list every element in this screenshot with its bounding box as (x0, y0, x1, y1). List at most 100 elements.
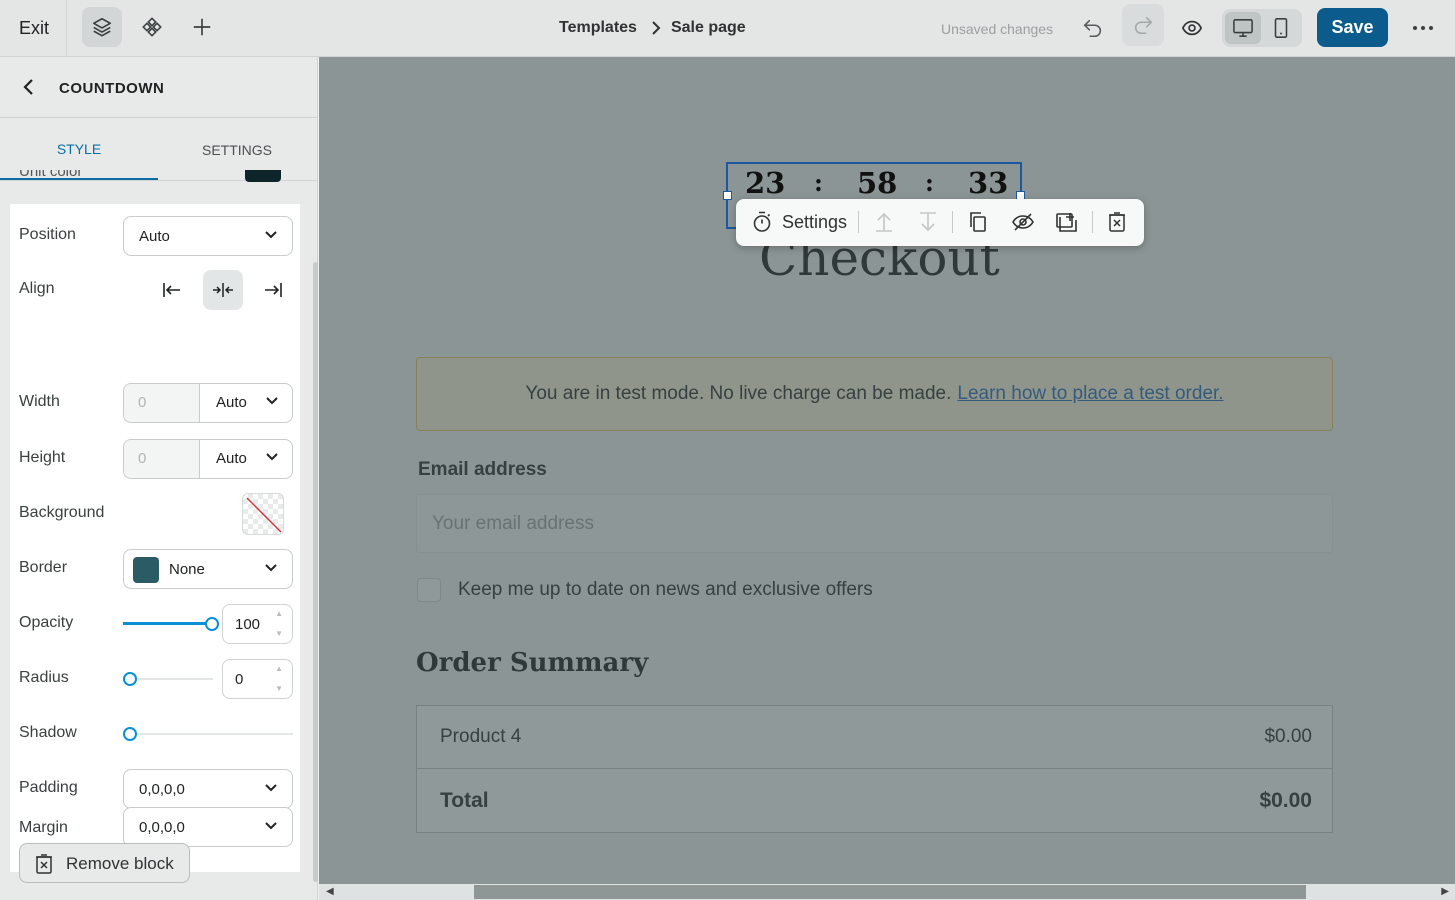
chevron-down-icon (265, 231, 277, 239)
move-down-icon[interactable] (918, 211, 938, 233)
unsaved-status: Unsaved changes (941, 21, 1054, 37)
preview-button[interactable] (1172, 8, 1212, 48)
position-label: Position (19, 226, 76, 243)
opacity-slider[interactable] (123, 616, 219, 632)
resize-handle[interactable] (723, 191, 732, 200)
chevron-down-icon (266, 453, 278, 461)
back-arrow-icon[interactable] (22, 79, 36, 95)
chevron-down-icon (266, 397, 278, 405)
mobile-view-button[interactable] (1263, 12, 1299, 44)
height-unit-select[interactable]: Auto (216, 450, 247, 467)
background-label: Background (19, 504, 105, 521)
slider-knob[interactable] (123, 672, 137, 686)
redo-button[interactable] (1122, 4, 1164, 46)
align-center-button[interactable] (203, 270, 243, 310)
save-to-library-icon[interactable] (1056, 211, 1078, 233)
position-value: Auto (139, 228, 170, 245)
sidebar-header: COUNTDOWN (0, 57, 318, 118)
block-settings-button[interactable]: Settings (782, 212, 847, 233)
shadow-slider[interactable] (123, 726, 293, 742)
exit-button[interactable]: Exit (19, 18, 49, 39)
divider (952, 211, 953, 233)
move-up-icon[interactable] (874, 211, 894, 233)
product-name: Product 4 (440, 726, 522, 747)
save-button[interactable]: Save (1317, 8, 1388, 47)
scroll-right-icon[interactable]: ▶ (1441, 886, 1449, 897)
horizontal-scrollbar[interactable]: ◀ ▶ (319, 884, 1455, 900)
border-label: Border (19, 559, 68, 576)
redo-icon (1134, 16, 1153, 35)
scroll-left-icon[interactable]: ◀ (326, 886, 334, 897)
hide-icon[interactable] (1012, 211, 1034, 233)
radius-slider[interactable] (123, 671, 213, 687)
radius-label: Radius (19, 669, 69, 686)
remove-block-button[interactable]: Remove block (19, 843, 190, 883)
width-input[interactable]: 0 (124, 384, 200, 422)
unit-color-label: Unit color (19, 170, 83, 180)
width-row: Width 0 Auto (10, 383, 300, 423)
height-input[interactable]: 0 (124, 440, 200, 478)
shadow-label: Shadow (19, 724, 77, 741)
slider-knob[interactable] (123, 727, 137, 741)
chevron-down-icon (265, 822, 277, 830)
increment-icon[interactable]: ▲ (275, 609, 283, 618)
undo-button[interactable] (1073, 8, 1113, 48)
width-label: Width (19, 393, 60, 410)
desktop-icon (1233, 19, 1253, 37)
border-row: Border None (10, 549, 300, 589)
chevron-right-icon (652, 21, 661, 35)
trash-icon (36, 854, 52, 874)
height-placeholder: 0 (138, 450, 147, 467)
scrollbar-thumb[interactable] (474, 885, 1306, 899)
decrement-icon[interactable]: ▼ (275, 629, 283, 638)
align-left-button[interactable] (152, 270, 192, 310)
sidebar-scrollbar[interactable] (313, 262, 318, 882)
increment-icon[interactable]: ▲ (275, 664, 283, 673)
padding-label: Padding (19, 779, 78, 796)
width-unit-select[interactable]: Auto (216, 394, 247, 411)
duplicate-icon[interactable] (968, 211, 988, 233)
border-select[interactable]: None (123, 549, 293, 589)
breadcrumb: Templates Sale page (559, 19, 746, 37)
layers-button[interactable] (82, 7, 122, 47)
breadcrumb-templates[interactable]: Templates (559, 19, 637, 37)
slider-track (123, 733, 293, 735)
test-order-link[interactable]: Learn how to place a test order. (957, 383, 1223, 405)
align-right-button[interactable] (253, 270, 293, 310)
delete-icon[interactable] (1108, 211, 1126, 233)
background-color-swatch[interactable] (242, 493, 284, 535)
more-options-button[interactable] (1403, 8, 1443, 48)
align-left-icon (163, 283, 180, 297)
margin-label: Margin (19, 819, 68, 836)
sidebar-title: COUNTDOWN (59, 80, 165, 97)
add-button[interactable] (182, 7, 222, 47)
unit-color-swatch[interactable] (245, 170, 281, 182)
padding-select[interactable]: 0,0,0,0 (123, 769, 293, 809)
unit-color-row: Unit color (19, 170, 299, 182)
components-icon (142, 17, 162, 37)
border-color-swatch[interactable] (133, 557, 159, 583)
eye-icon (1181, 20, 1203, 36)
components-button[interactable] (132, 7, 172, 47)
width-placeholder: 0 (138, 394, 147, 411)
align-label: Align (19, 280, 55, 297)
divider (1092, 211, 1093, 233)
test-mode-text: You are in test mode. No live charge can… (525, 383, 952, 404)
radius-input[interactable]: 0 ▲ ▼ (222, 659, 293, 699)
newsletter-checkbox[interactable] (417, 578, 441, 602)
position-select[interactable]: Auto (123, 216, 293, 256)
shadow-row: Shadow (10, 714, 300, 754)
opacity-label: Opacity (19, 614, 74, 631)
undo-icon (1083, 19, 1102, 38)
slider-knob[interactable] (205, 617, 219, 631)
decrement-icon[interactable]: ▼ (275, 684, 283, 693)
email-input[interactable]: Your email address (416, 494, 1333, 553)
desktop-view-button[interactable] (1225, 12, 1261, 44)
device-toggle (1222, 9, 1302, 47)
opacity-input[interactable]: 100 ▲ ▼ (222, 604, 293, 644)
total-label: Total (440, 789, 489, 812)
remove-block-label: Remove block (66, 854, 174, 873)
slider-fill (123, 622, 212, 625)
margin-select[interactable]: 0,0,0,0 (123, 807, 293, 847)
layers-icon (92, 17, 112, 37)
